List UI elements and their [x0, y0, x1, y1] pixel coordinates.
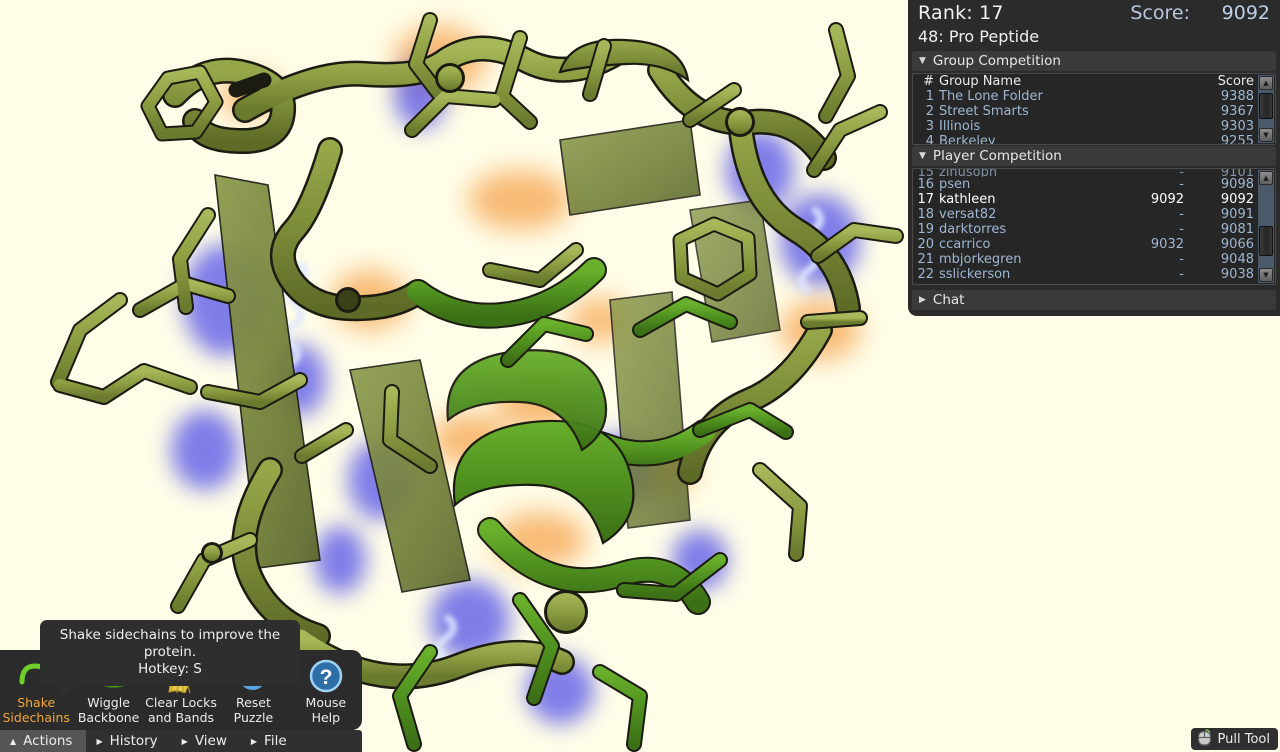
col-rank: #	[913, 74, 939, 89]
menu-file[interactable]: ▶ File	[241, 730, 301, 752]
svg-text:?: ?	[319, 666, 332, 689]
col-score: Score	[1198, 74, 1254, 89]
chat-header[interactable]: Chat	[912, 290, 1276, 310]
table-row[interactable]: 4 Berkeley 9255	[913, 134, 1258, 145]
chevron-right-icon: ▶	[96, 737, 102, 746]
score-header: Rank: 17 Score: 9092	[908, 0, 1280, 27]
chevron-right-icon: ▶	[182, 737, 188, 746]
tooltip-line-1: Shake sidechains to improve the protein.	[48, 627, 292, 661]
tooltip-line-2: Hotkey: S	[48, 661, 292, 678]
rank-display: Rank: 17	[918, 2, 1004, 24]
group-list-header: # Group Name Score	[913, 74, 1258, 89]
scroll-down-icon[interactable]: ▼	[1259, 268, 1273, 282]
mouse-icon	[1197, 729, 1212, 750]
puzzle-title: 48: Pro Peptide	[908, 27, 1280, 50]
tooltip-tail	[62, 684, 78, 699]
wiggle-backbone-label: WiggleBackbone	[78, 696, 140, 725]
table-row[interactable]: 18 versat82 - 9091	[913, 207, 1258, 222]
chevron-up-icon: ▲	[10, 737, 16, 746]
menu-bar: ▲ Actions ▶ History ▶ View ▶ File	[0, 730, 362, 752]
menu-file-label: File	[264, 733, 287, 749]
table-row-partial[interactable]: 15zinusopn -9101	[913, 169, 1258, 177]
chevron-down-icon	[919, 151, 926, 161]
group-competition-header[interactable]: Group Competition	[912, 51, 1276, 71]
player-competition-header[interactable]: Player Competition	[912, 146, 1276, 166]
table-row-current-player[interactable]: 17 kathleen 9092 9092	[913, 192, 1258, 207]
group-competition-section: Group Competition # Group Name Score 1 T…	[912, 51, 1276, 145]
player-competition-list[interactable]: 15zinusopn -9101 16 psen - 9098 17 kathl…	[912, 168, 1276, 285]
score-label: Score:	[1130, 2, 1190, 24]
player-competition-title: Player Competition	[933, 148, 1062, 164]
pull-tool-label: Pull Tool	[1218, 732, 1270, 747]
chat-section: Chat	[912, 290, 1276, 310]
menu-view-label: View	[195, 733, 227, 749]
group-list-scrollbar[interactable]: ▲ ▼	[1258, 75, 1274, 143]
player-competition-section: Player Competition 15zinusopn -9101 16 p…	[912, 146, 1276, 285]
table-row[interactable]: 1 The Lone Folder 9388	[913, 89, 1258, 104]
table-row[interactable]: 3 Illinois 9303	[913, 119, 1258, 134]
scroll-track[interactable]	[1258, 186, 1274, 267]
mouse-help-button[interactable]: ? MouseHelp	[290, 650, 362, 730]
table-row[interactable]: 2 Street Smarts 9367	[913, 104, 1258, 119]
shake-sidechains-label: ShakeSidechains	[3, 696, 70, 725]
scroll-track[interactable]	[1258, 91, 1274, 127]
question-icon: ?	[309, 658, 343, 694]
scoreboard-panel: Rank: 17 Score: 9092 48: Pro Peptide Gro…	[908, 0, 1280, 316]
col-name: Group Name	[939, 74, 1198, 89]
scroll-up-icon[interactable]: ▲	[1259, 76, 1273, 90]
score-value: 9092	[1190, 2, 1270, 24]
chevron-right-icon	[919, 295, 926, 305]
menu-actions[interactable]: ▲ Actions	[0, 730, 86, 752]
chat-title: Chat	[933, 292, 965, 308]
menu-actions-label: Actions	[23, 733, 72, 749]
player-list-scrollbar[interactable]: ▲ ▼	[1258, 170, 1274, 283]
scroll-thumb[interactable]	[1259, 93, 1273, 119]
chevron-down-icon	[919, 56, 926, 66]
clear-locks-and-bands-label: Clear Locksand Bands	[145, 696, 217, 725]
group-competition-list[interactable]: # Group Name Score 1 The Lone Folder 938…	[912, 73, 1276, 145]
scroll-up-icon[interactable]: ▲	[1259, 171, 1273, 185]
chevron-right-icon: ▶	[251, 737, 257, 746]
reset-puzzle-label: ResetPuzzle	[234, 696, 274, 725]
scroll-thumb[interactable]	[1259, 226, 1273, 256]
group-competition-title: Group Competition	[933, 53, 1061, 69]
table-row[interactable]: 20 ccarrico 9032 9066	[913, 237, 1258, 252]
table-row[interactable]: 21 mbjorkegren - 9048	[913, 252, 1258, 267]
scroll-down-icon[interactable]: ▼	[1259, 128, 1273, 142]
menu-history[interactable]: ▶ History	[86, 730, 171, 752]
mouse-help-label: MouseHelp	[306, 696, 347, 725]
tooltip: Shake sidechains to improve the protein.…	[40, 620, 300, 686]
pull-tool-indicator[interactable]: Pull Tool	[1191, 728, 1278, 750]
table-row[interactable]: 16 psen - 9098	[913, 177, 1258, 192]
table-row[interactable]: 19 darktorres - 9081	[913, 222, 1258, 237]
table-row[interactable]: 22 sslickerson - 9038	[913, 267, 1258, 282]
menu-history-label: History	[110, 733, 158, 749]
menu-view[interactable]: ▶ View	[172, 730, 241, 752]
